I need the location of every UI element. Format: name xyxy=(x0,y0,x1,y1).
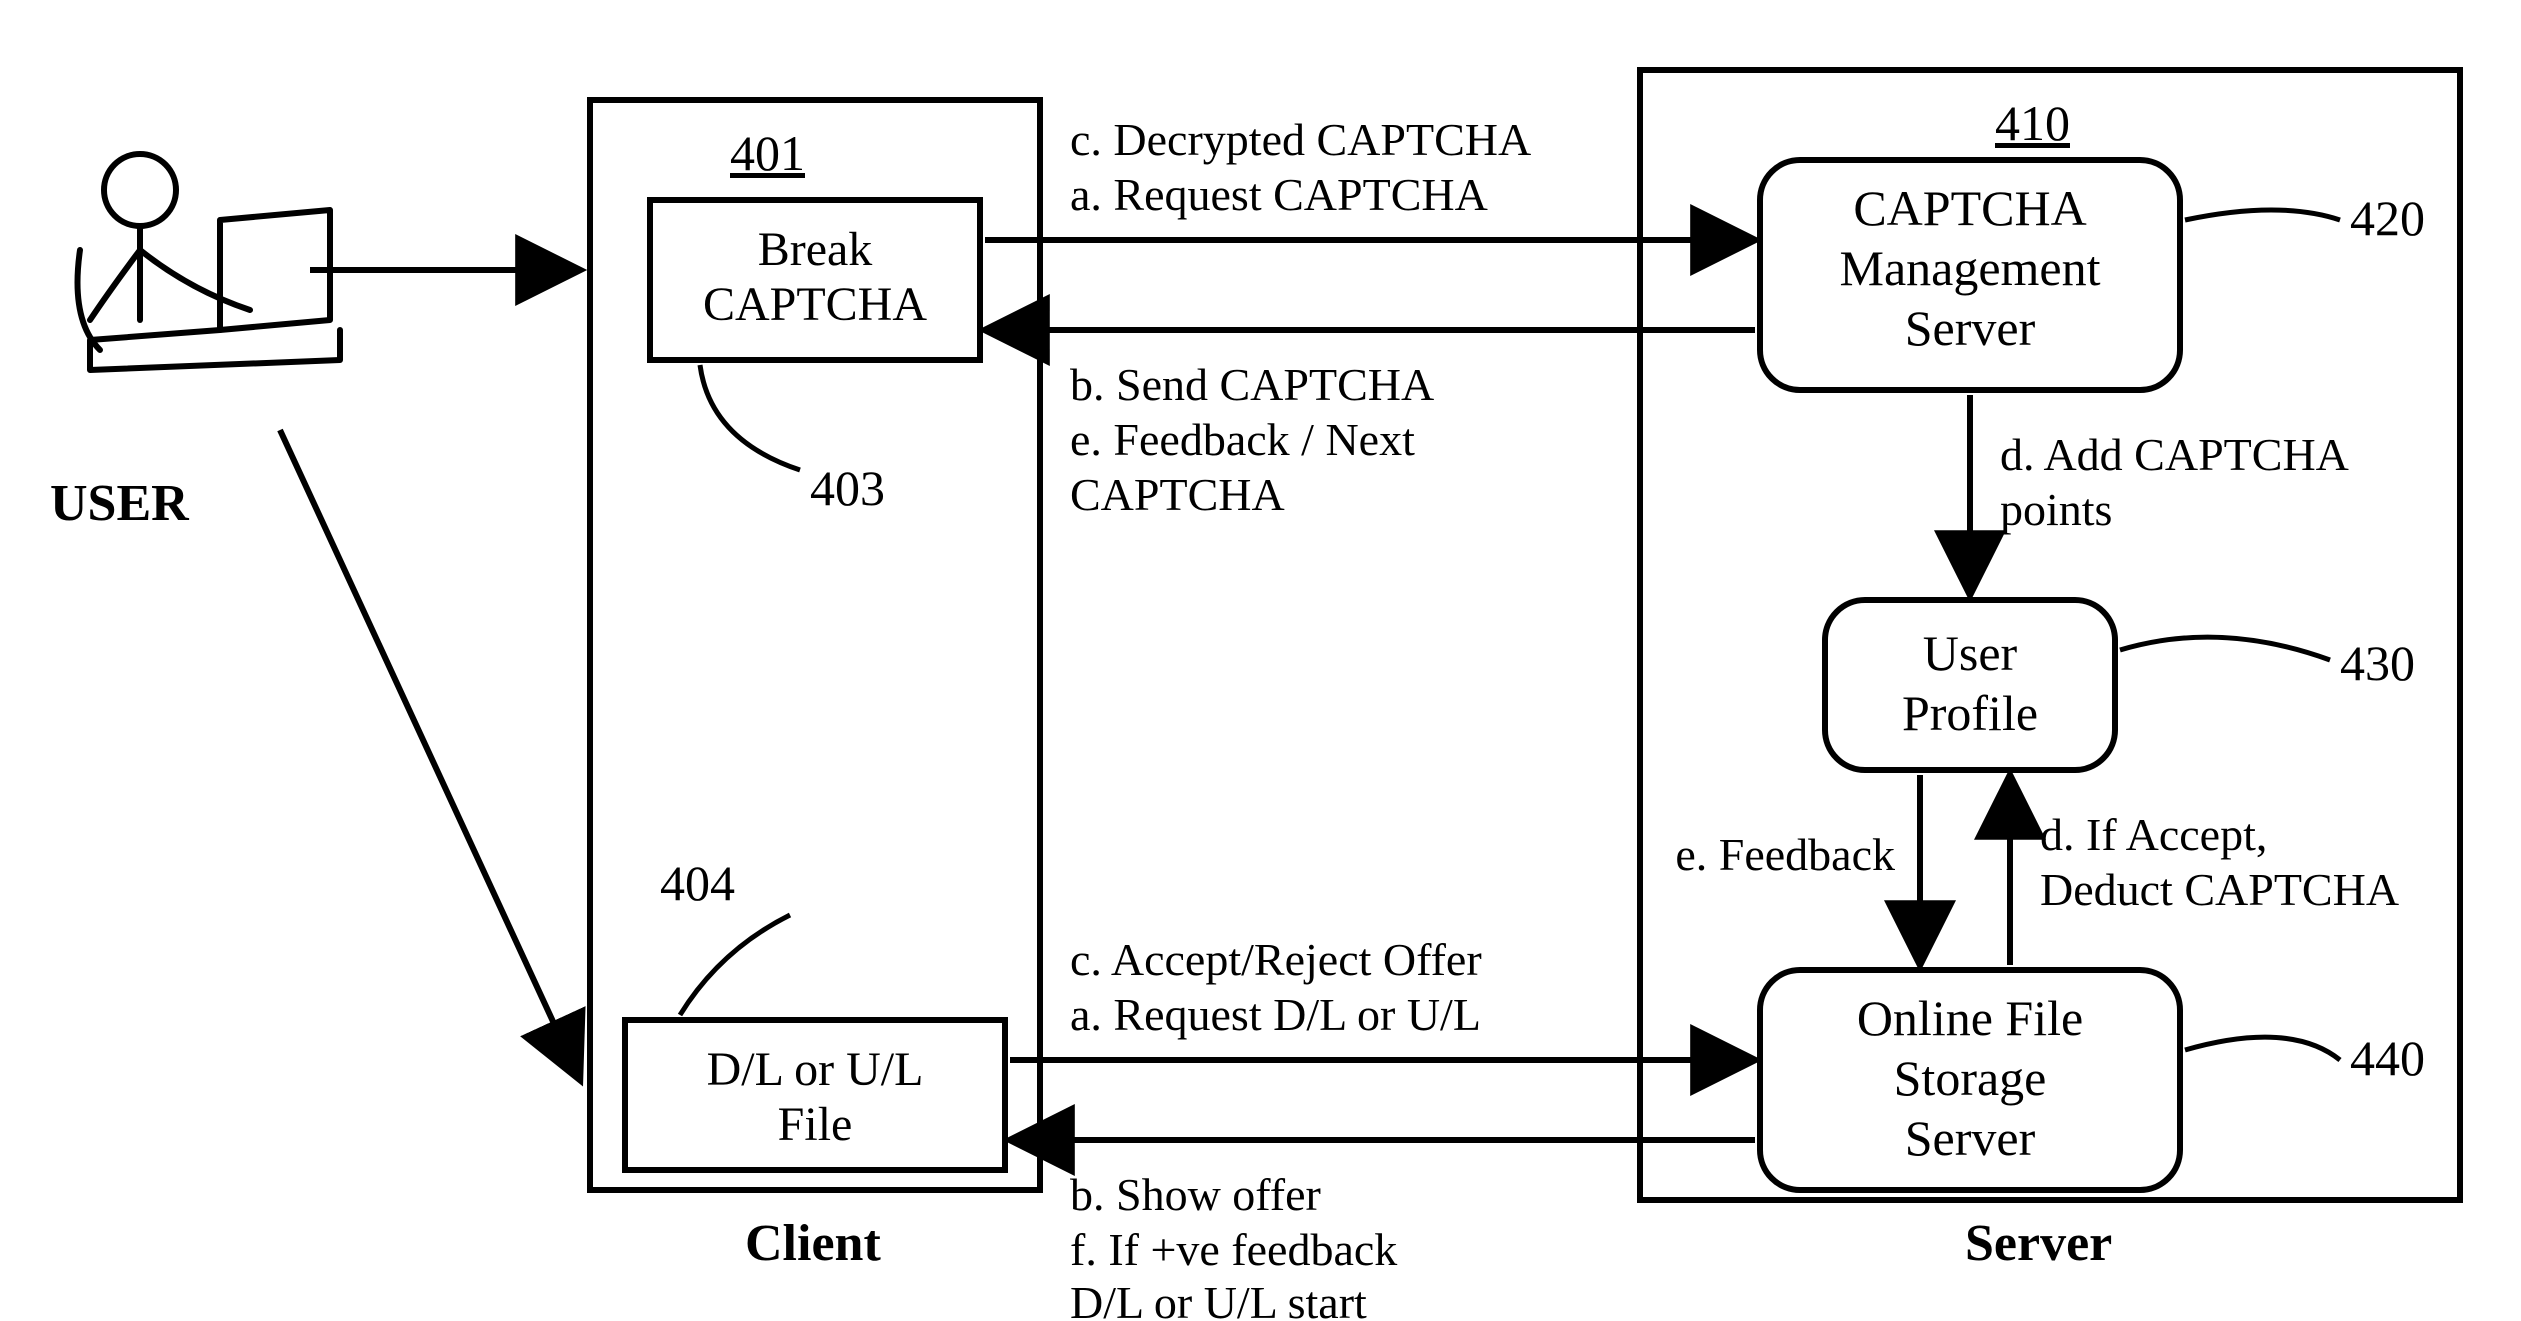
msg-bot-back-2: f. If +ve feedback xyxy=(1070,1224,1397,1275)
leader-403 xyxy=(700,365,800,470)
server-title: Server xyxy=(1965,1215,2112,1272)
msg-top-back-3: CAPTCHA xyxy=(1070,469,1285,520)
file-storage-line2: Storage xyxy=(1894,1050,2047,1106)
dlul-line1: D/L or U/L xyxy=(707,1043,924,1096)
client-ref: 401 xyxy=(730,125,805,181)
break-captcha-line1: Break xyxy=(758,223,873,276)
leader-430 xyxy=(2120,637,2330,660)
captcha-mgmt-line2: Management xyxy=(1839,240,2100,296)
leader-420 xyxy=(2185,210,2340,220)
msg-top-fwd-1: c. Decrypted CAPTCHA xyxy=(1070,114,1531,165)
user-label: USER xyxy=(50,475,190,532)
user-icon xyxy=(78,154,341,370)
msg-profile-storage-right-2: Deduct CAPTCHA xyxy=(2040,864,2399,915)
arrow-user-to-dlul xyxy=(280,430,580,1080)
dlul-line2: File xyxy=(778,1098,853,1151)
user-profile-line2: Profile xyxy=(1902,685,2038,741)
file-storage-line1: Online File xyxy=(1857,990,2083,1046)
ref-440: 440 xyxy=(2350,1030,2425,1086)
ref-404: 404 xyxy=(660,855,735,911)
leader-440 xyxy=(2185,1037,2340,1060)
file-storage-line3: Server xyxy=(1905,1110,2036,1166)
msg-top-back-1: b. Send CAPTCHA xyxy=(1070,359,1434,410)
client-title: Client xyxy=(745,1215,881,1272)
msg-mgmt-profile-2: points xyxy=(2000,484,2112,535)
user-profile-line1: User xyxy=(1923,625,2018,681)
msg-mgmt-profile-1: d. Add CAPTCHA xyxy=(2000,429,2349,480)
msg-bot-fwd-1: c. Accept/Reject Offer xyxy=(1070,934,1482,985)
captcha-mgmt-line3: Server xyxy=(1905,300,2036,356)
msg-bot-back-1: b. Show offer xyxy=(1070,1169,1321,1220)
ref-430: 430 xyxy=(2340,635,2415,691)
leader-404 xyxy=(680,915,790,1015)
msg-bot-fwd-2: a. Request D/L or U/L xyxy=(1070,989,1481,1040)
msg-profile-storage-left: e. Feedback xyxy=(1675,829,1895,880)
msg-top-fwd-2: a. Request CAPTCHA xyxy=(1070,169,1488,220)
break-captcha-line2: CAPTCHA xyxy=(703,278,927,331)
ref-420: 420 xyxy=(2350,190,2425,246)
msg-bot-back-3: D/L or U/L start xyxy=(1070,1277,1367,1321)
captcha-mgmt-line1: CAPTCHA xyxy=(1853,180,2086,236)
msg-profile-storage-right-1: d. If Accept, xyxy=(2040,809,2267,860)
msg-top-back-2: e. Feedback / Next xyxy=(1070,414,1415,465)
server-ref: 410 xyxy=(1995,95,2070,151)
ref-403: 403 xyxy=(810,460,885,516)
